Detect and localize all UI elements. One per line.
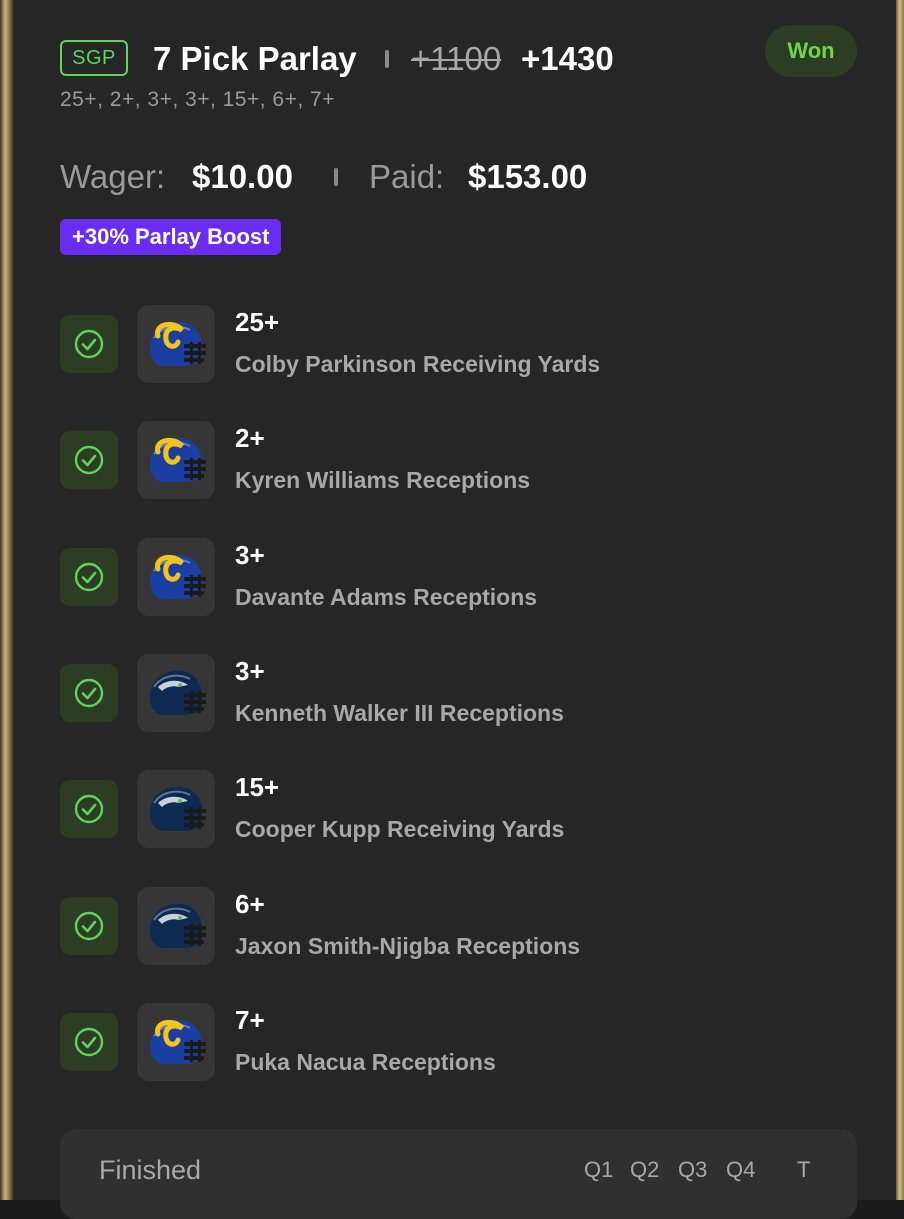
wager-value: $10.00 (192, 158, 293, 195)
rams-helmet-icon (137, 1003, 215, 1081)
leg-won-check-icon (60, 664, 118, 722)
title-divider (385, 50, 389, 68)
leg-description: Cooper Kupp Receiving Yards (235, 816, 565, 842)
rams-helmet-icon (137, 421, 215, 499)
leg-description: Colby Parkinson Receiving Yards (235, 351, 601, 377)
paid-value: $153.00 (468, 158, 588, 195)
wager-divider (334, 168, 338, 186)
left-border-decoration (0, 0, 14, 1200)
leg-row[interactable]: 15+ Cooper Kupp Receiving Yards (60, 770, 860, 848)
leg-line: 6+ (235, 889, 265, 919)
game-score-panel[interactable]: Finished Q1 Q2 Q3 Q4 T (60, 1129, 857, 1219)
quarter-header-q4: Q4 (726, 1157, 756, 1182)
leg-description: Kyren Williams Receptions (235, 467, 531, 493)
leg-won-check-icon (60, 431, 118, 489)
status-badge: Won (765, 25, 857, 77)
leg-won-check-icon (60, 1013, 118, 1071)
leg-line: 2+ (235, 423, 265, 453)
leg-won-check-icon (60, 897, 118, 955)
leg-row[interactable]: 2+ Kyren Williams Receptions (60, 421, 860, 499)
bet-title: 7 Pick Parlay (153, 40, 357, 77)
leg-won-check-icon (60, 315, 118, 373)
leg-line: 15+ (235, 772, 280, 802)
leg-description: Jaxon Smith-Njigba Receptions (235, 933, 581, 959)
leg-row[interactable]: 6+ Jaxon Smith-Njigba Receptions (60, 887, 860, 965)
leg-row[interactable]: 7+ Puka Nacua Receptions (60, 1003, 860, 1081)
seahawks-helmet-icon (137, 887, 215, 965)
quarter-header-q3: Q3 (678, 1157, 708, 1182)
screen: SGP 7 Pick Parlay +1100 +1430 25+, 2+, 3… (0, 0, 904, 1219)
wager-label: Wager: (60, 158, 166, 195)
quarter-header-total: T (797, 1157, 811, 1182)
leg-line: 7+ (235, 1005, 265, 1035)
paid-label: Paid: (369, 158, 445, 195)
leg-won-check-icon (60, 548, 118, 606)
seahawks-helmet-icon (137, 770, 215, 848)
leg-description: Kenneth Walker III Receptions (235, 700, 564, 726)
leg-description: Puka Nacua Receptions (235, 1049, 496, 1075)
seahawks-helmet-icon (137, 654, 215, 732)
rams-helmet-icon (137, 305, 215, 383)
rams-helmet-icon (137, 538, 215, 616)
bet-card[interactable]: SGP 7 Pick Parlay +1100 +1430 25+, 2+, 3… (14, 0, 896, 1219)
sgp-badge: SGP (60, 40, 128, 76)
parlay-boost-badge: +30% Parlay Boost (60, 219, 282, 255)
quarter-header-q2: Q2 (630, 1157, 660, 1182)
leg-description: Davante Adams Receptions (235, 584, 538, 610)
game-status: Finished (99, 1155, 202, 1185)
leg-row[interactable]: 25+ Colby Parkinson Receiving Yards (60, 305, 860, 383)
leg-row[interactable]: 3+ Davante Adams Receptions (60, 538, 860, 616)
original-odds: +1100 (411, 40, 502, 77)
leg-row[interactable]: 3+ Kenneth Walker III Receptions (60, 654, 860, 732)
lines-summary: 25+, 2+, 3+, 3+, 15+, 6+, 7+ (60, 88, 335, 111)
leg-line: 3+ (235, 540, 265, 570)
leg-line: 3+ (235, 656, 265, 686)
quarter-header-q1: Q1 (584, 1157, 614, 1182)
boosted-odds: +1430 (521, 40, 614, 77)
right-border-decoration (896, 0, 904, 1200)
leg-line: 25+ (235, 307, 280, 337)
leg-won-check-icon (60, 780, 118, 838)
